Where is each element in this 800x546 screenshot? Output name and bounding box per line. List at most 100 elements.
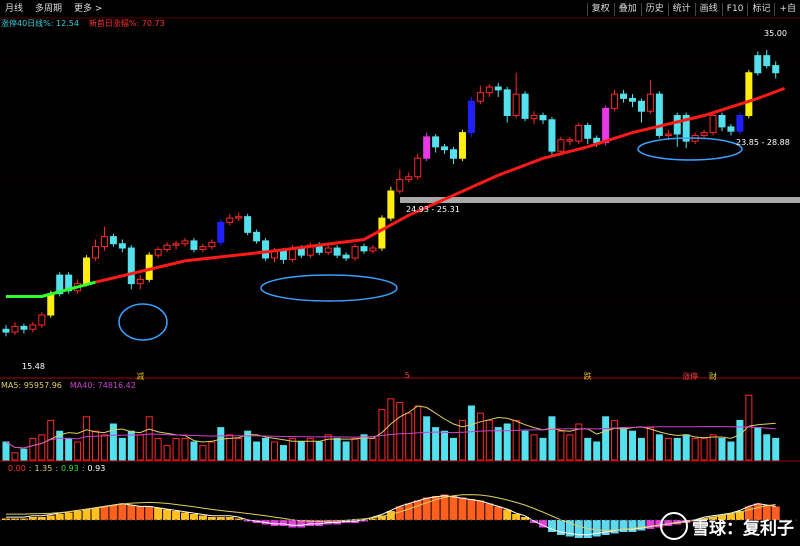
resistance-band <box>400 197 800 203</box>
candle-body <box>646 93 654 112</box>
macd-value-3: 0.93 <box>61 464 79 473</box>
candle-body <box>38 314 46 326</box>
mark-button[interactable]: 标记 <box>747 2 774 16</box>
volume-bar <box>100 434 108 461</box>
macd-bar <box>55 514 64 520</box>
candle-body <box>83 257 91 285</box>
volume-bar <box>467 405 475 461</box>
volume-bar <box>279 445 287 461</box>
volume-bar <box>145 416 153 461</box>
candle-body <box>2 328 10 333</box>
ma-label: 涨停40日线%: 12.54 <box>1 19 79 28</box>
watermark-logo-icon <box>660 512 688 540</box>
volume-ma5-label: MA5: 95957.96 <box>1 381 62 390</box>
candle-body <box>154 248 162 256</box>
candle-body <box>611 93 619 109</box>
candle-body <box>324 247 332 253</box>
f10-button[interactable]: F10 <box>721 2 748 16</box>
candle-body <box>262 240 270 259</box>
volume-bar <box>11 452 19 461</box>
candle-body <box>763 55 771 67</box>
volume-bar <box>315 441 323 461</box>
candle-body <box>20 325 28 330</box>
volume-bar <box>763 434 771 461</box>
add-favorite-button[interactable]: +自 <box>774 2 800 16</box>
candle-body <box>423 136 431 159</box>
candle-body <box>432 136 440 148</box>
volume-bar <box>539 437 547 461</box>
candle-body <box>754 55 762 74</box>
volume-bar <box>494 427 502 461</box>
volume-bar <box>423 416 431 461</box>
multi-period-tab[interactable]: 多周期 <box>32 3 65 16</box>
event-tag[interactable]: 涨停 <box>682 371 698 382</box>
history-button[interactable]: 历史 <box>640 2 668 16</box>
volume-bar <box>691 437 699 461</box>
macd-bar <box>127 505 136 520</box>
monthly-tab[interactable]: 月线 <box>2 3 26 16</box>
draw-line-button[interactable]: 画线 <box>694 2 722 16</box>
volume-bar <box>503 423 511 461</box>
toolbar-right: 复权 叠加 历史 统计 画线 F10 标记 +自 <box>586 0 800 18</box>
candle-body <box>575 124 583 142</box>
stats-button[interactable]: 统计 <box>667 2 695 16</box>
event-tag[interactable]: 跌 <box>584 371 592 382</box>
candle-body <box>127 247 135 285</box>
macd-bar <box>136 506 145 520</box>
macd-bar <box>91 508 100 520</box>
volume-bar <box>637 437 645 461</box>
mid-price-label: 24.93 - 25.31 <box>406 205 460 214</box>
event-tag[interactable]: 减 <box>136 371 144 382</box>
candle-body <box>351 246 359 259</box>
volume-bar <box>83 416 91 461</box>
kline-chart[interactable] <box>0 0 800 546</box>
volume-bar <box>727 441 735 461</box>
more-tab[interactable]: 更多 > <box>71 3 105 16</box>
volume-bar <box>172 437 180 461</box>
candle-body <box>530 115 538 119</box>
volume-bar <box>199 445 207 461</box>
volume-bar <box>351 437 359 461</box>
volume-bar <box>441 430 449 461</box>
volume-bar <box>405 412 413 461</box>
candle-body <box>92 246 99 259</box>
candle-body <box>253 231 261 242</box>
volume-bar <box>476 412 484 461</box>
candle-body <box>378 217 386 249</box>
macd-bar <box>145 506 154 520</box>
overlay-button[interactable]: 叠加 <box>613 2 641 16</box>
candle-body <box>190 240 198 250</box>
macd-bar <box>288 520 297 528</box>
macd-bar <box>503 509 512 520</box>
candle-body <box>208 241 216 248</box>
volume-bar <box>629 430 636 461</box>
event-tag[interactable]: 5 <box>405 371 410 380</box>
macd-bar <box>458 497 467 520</box>
right-range-label: 23.85 - 28.88 <box>736 138 790 147</box>
candle-body <box>279 250 287 260</box>
candle-body <box>727 126 735 132</box>
volume-bar <box>754 427 762 461</box>
watermark: 雪球：复利子 <box>660 512 794 540</box>
macd-bar <box>189 514 198 520</box>
macd-bar <box>46 515 55 520</box>
volume-ma40-label: MA40: 74816.42 <box>69 381 136 390</box>
macd-bar <box>73 511 82 520</box>
volume-bar <box>602 416 610 461</box>
candle-body <box>664 133 672 136</box>
ma-line <box>95 86 786 284</box>
support-ellipse-1 <box>118 303 168 341</box>
volume-bar <box>154 437 162 461</box>
volume-bar <box>163 445 171 461</box>
macd-bar <box>494 506 503 520</box>
candle-body <box>602 107 610 144</box>
volume-bar <box>664 437 672 461</box>
candle-body <box>539 115 547 121</box>
indicator-info-row: 涨停40日线%: 12.54 新首日涨幅%: 70.73 <box>0 18 165 29</box>
candle-body <box>333 247 341 256</box>
restore-rights-button[interactable]: 复权 <box>586 2 614 16</box>
volume-bar <box>342 441 350 461</box>
volume-bar <box>709 434 717 461</box>
macd-sep-2: : <box>55 464 59 473</box>
event-tag[interactable]: 财 <box>709 371 717 382</box>
